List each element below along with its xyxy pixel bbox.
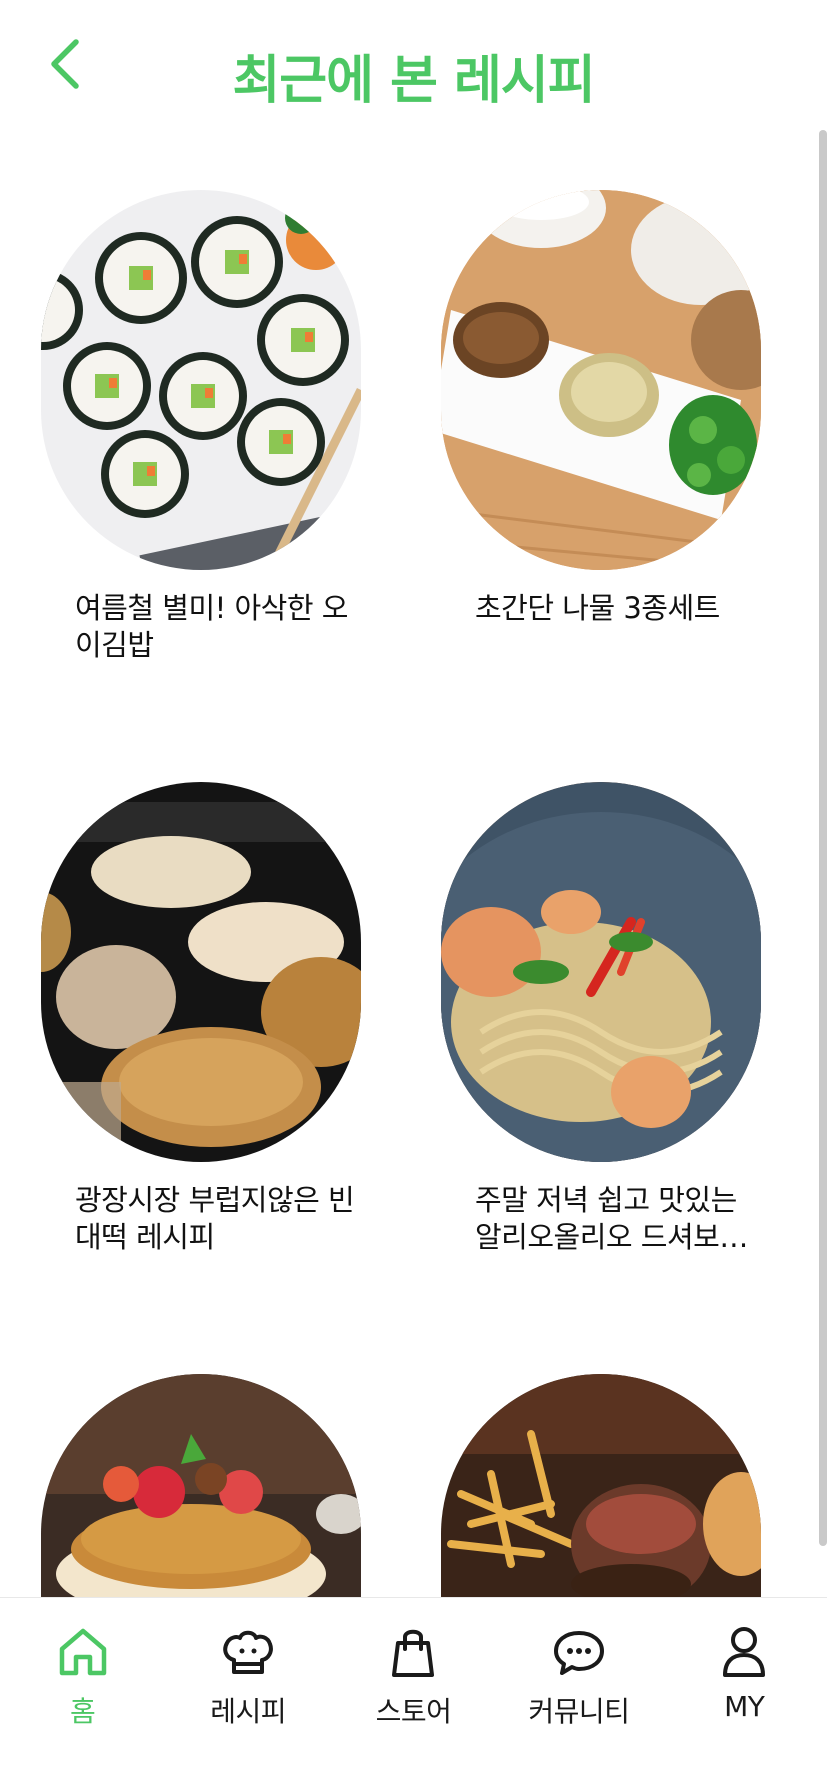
chat-bubble-icon xyxy=(551,1624,607,1680)
nav-item-community[interactable]: 커뮤니티 xyxy=(499,1624,659,1730)
recipe-image[interactable] xyxy=(441,1374,761,1597)
app-header: 최근에 본 레시피 xyxy=(0,0,827,135)
bottom-navigation: 홈 레시피 스토어 커뮤니티 MY xyxy=(0,1597,827,1791)
recipe-title[interactable]: 주말 저녁 쉽고 맛있는 알리오올리오 드셔보세요 xyxy=(475,1182,765,1256)
nav-label: 레시피 xyxy=(210,1695,286,1728)
home-icon xyxy=(55,1624,111,1680)
nav-item-home[interactable]: 홈 xyxy=(3,1624,163,1730)
recipe-title[interactable]: 여름철 별미! 아삭한 오이김밥 xyxy=(75,590,365,664)
recipe-image[interactable] xyxy=(41,1374,361,1597)
chef-hat-icon xyxy=(220,1624,276,1680)
recipe-image[interactable] xyxy=(41,190,361,570)
nav-item-store[interactable]: 스토어 xyxy=(333,1624,493,1730)
shopping-bag-icon xyxy=(385,1624,441,1680)
recipe-title[interactable]: 초간단 나물 3종세트 xyxy=(475,590,765,627)
recipe-card[interactable] xyxy=(41,1374,361,1597)
recipe-image[interactable] xyxy=(441,782,761,1162)
recipe-card[interactable] xyxy=(441,1374,761,1597)
recipe-title[interactable]: 광장시장 부럽지않은 빈대떡 레시피 xyxy=(75,1182,365,1256)
recipe-grid[interactable]: 여름철 별미! 아삭한 오이김밥 초간단 나물 3종세트 광장시장 부럽지않은 … xyxy=(0,135,827,1597)
recipe-image[interactable] xyxy=(441,190,761,570)
nav-label: 홈 xyxy=(70,1695,96,1728)
recipe-card[interactable]: 광장시장 부럽지않은 빈대떡 레시피 xyxy=(41,782,361,1256)
recipe-image[interactable] xyxy=(41,782,361,1162)
scrollbar[interactable] xyxy=(819,130,827,1546)
page-title: 최근에 본 레시피 xyxy=(232,51,595,111)
recipe-card[interactable]: 주말 저녁 쉽고 맛있는 알리오올리오 드셔보세요 xyxy=(441,782,761,1256)
nav-item-my[interactable]: MY xyxy=(664,1624,824,1723)
recipe-card[interactable]: 여름철 별미! 아삭한 오이김밥 xyxy=(41,190,361,664)
recipe-card[interactable]: 초간단 나물 3종세트 xyxy=(441,190,761,627)
nav-label: 커뮤니티 xyxy=(528,1695,630,1728)
nav-label: 스토어 xyxy=(375,1695,452,1728)
user-icon xyxy=(716,1624,772,1680)
nav-label: MY xyxy=(724,1690,765,1723)
nav-item-recipe[interactable]: 레시피 xyxy=(168,1624,328,1730)
